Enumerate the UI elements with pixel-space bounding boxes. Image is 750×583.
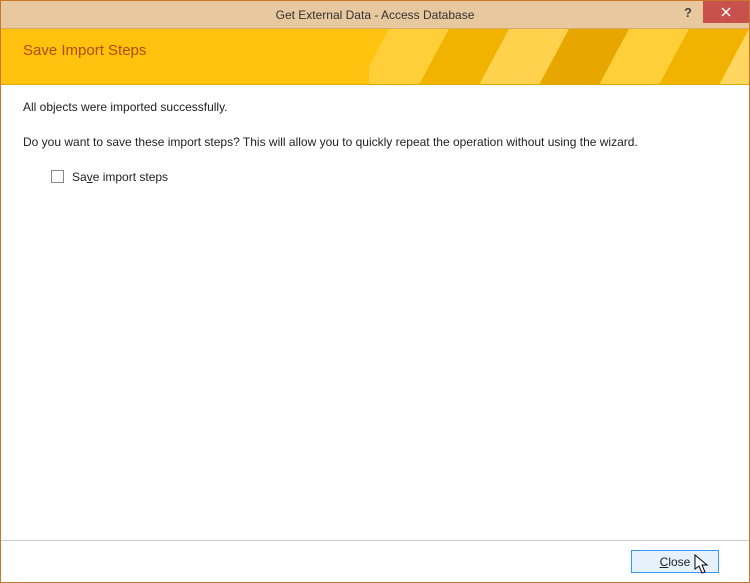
save-steps-row: Save import steps	[51, 169, 727, 186]
close-icon	[721, 7, 731, 17]
close-button[interactable]: Close	[631, 550, 719, 573]
save-steps-checkbox[interactable]	[51, 170, 64, 183]
content-area: All objects were imported successfully. …	[1, 85, 749, 540]
save-steps-label[interactable]: Save import steps	[72, 169, 168, 186]
save-prompt: Do you want to save these import steps? …	[23, 134, 727, 151]
help-button[interactable]: ?	[673, 1, 703, 23]
footer: Close	[1, 540, 749, 582]
window-title: Get External Data - Access Database	[1, 8, 749, 22]
titlebar: Get External Data - Access Database ?	[1, 1, 749, 29]
banner-decoration	[369, 29, 749, 85]
success-message: All objects were imported successfully.	[23, 99, 727, 116]
dialog-window: Get External Data - Access Database ? Sa…	[0, 0, 750, 583]
window-close-button[interactable]	[703, 1, 749, 23]
banner: Save Import Steps	[1, 29, 749, 85]
banner-title: Save Import Steps	[23, 42, 146, 59]
titlebar-buttons: ?	[673, 1, 749, 28]
